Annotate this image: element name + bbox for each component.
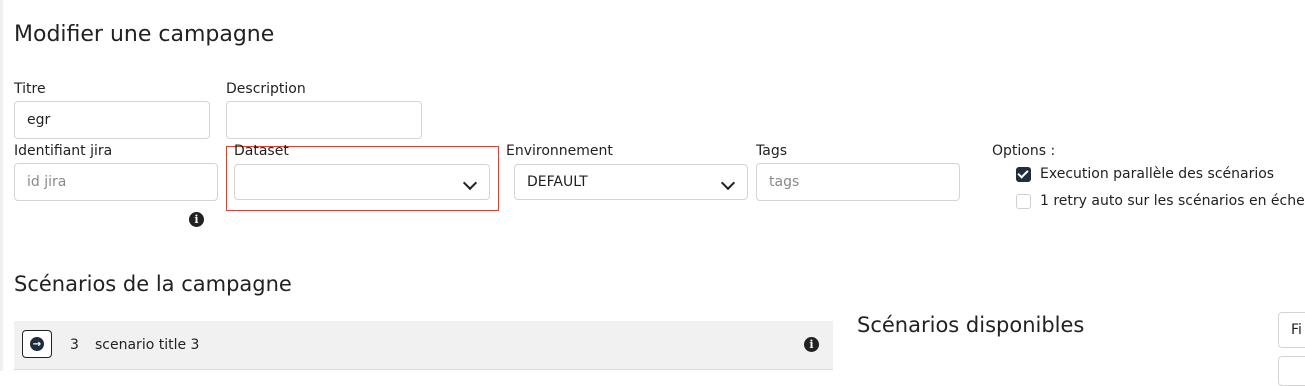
scenarios-campagne-title: Scénarios de la campagne <box>14 272 292 296</box>
info-icon[interactable]: i <box>189 212 204 227</box>
parallel-execution-checkbox[interactable] <box>1016 167 1031 182</box>
jira-label: Identifiant jira <box>14 143 113 159</box>
description-input[interactable] <box>226 101 422 139</box>
parallel-execution-label: Execution parallèle des scénarios <box>1040 166 1275 182</box>
titre-input[interactable]: egr <box>14 101 210 139</box>
tags-input[interactable]: tags <box>756 163 960 201</box>
scenario-title: scenario title 3 <box>95 337 200 353</box>
chevron-down-icon <box>462 175 478 191</box>
tags-label: Tags <box>756 143 787 159</box>
options-label: Options : <box>992 143 1056 159</box>
environnement-label: Environnement <box>506 143 613 159</box>
chevron-down-icon <box>720 175 736 191</box>
dataset-label: Dataset <box>234 143 289 159</box>
titre-label: Titre <box>14 81 46 97</box>
left-edge <box>0 0 3 371</box>
environnement-select[interactable]: DEFAULT <box>514 164 748 200</box>
scenarios-disponibles-title: Scénarios disponibles <box>857 313 1085 337</box>
jira-input[interactable]: id jira <box>14 163 218 201</box>
filter-input-secondary[interactable] <box>1278 356 1305 386</box>
move-scenario-button[interactable]: → <box>22 330 52 358</box>
info-icon[interactable]: i <box>804 337 819 352</box>
auto-retry-checkbox[interactable] <box>1016 194 1031 209</box>
page-title: Modifier une campagne <box>14 22 275 47</box>
filter-input[interactable]: Fi <box>1278 312 1305 348</box>
auto-retry-label: 1 retry auto sur les scénarios en échec <box>1040 193 1305 209</box>
description-label: Description <box>226 81 306 97</box>
arrow-right-circle-icon: → <box>30 337 44 351</box>
dataset-select[interactable] <box>234 164 490 200</box>
environnement-value: DEFAULT <box>527 174 588 190</box>
scenario-id: 3 <box>70 337 79 353</box>
table-row[interactable]: → 3 scenario title 3 i <box>14 321 833 370</box>
